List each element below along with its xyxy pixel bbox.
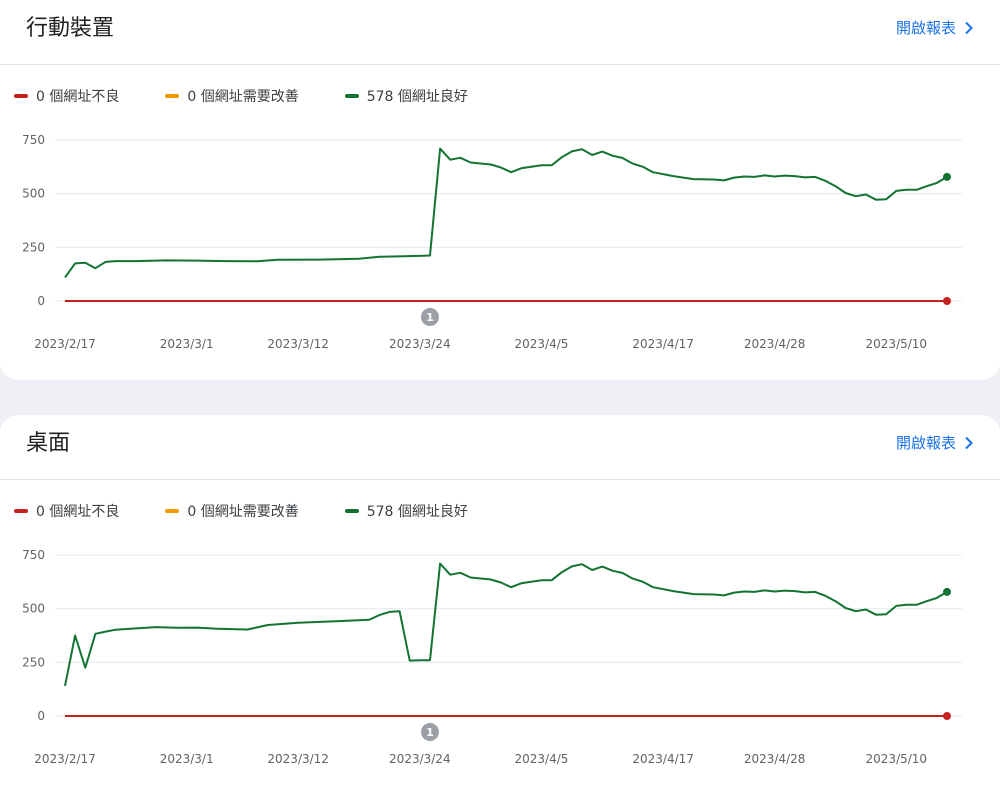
series-end-marker-poor: [943, 297, 951, 305]
legend-item-poor[interactable]: 0 個網址不良: [14, 86, 119, 106]
x-tick-label: 2023/4/17: [632, 752, 694, 766]
legend-swatch-poor: [14, 94, 28, 98]
legend-item-poor[interactable]: 0 個網址不良: [14, 501, 119, 521]
x-tick-label: 2023/3/1: [160, 337, 214, 351]
y-tick-label: 250: [22, 240, 45, 254]
x-tick-label: 2023/2/17: [34, 337, 96, 351]
y-tick-label: 0: [37, 709, 45, 723]
x-tick-label: 2023/3/12: [267, 337, 329, 351]
x-tick-label: 2023/2/17: [34, 752, 96, 766]
legend-swatch-good: [344, 509, 359, 513]
legend-item-good[interactable]: 578 個網址良好: [344, 501, 468, 521]
legend: 0 個網址不良 0 個網址需要改善 578 個網址良好: [14, 86, 514, 106]
legend-label-good: 578 個網址良好: [366, 89, 468, 105]
y-tick-label: 250: [22, 655, 45, 669]
series-line-good: [64, 562, 948, 687]
legend-swatch-good: [344, 94, 359, 98]
card-title-mobile: 行動裝置: [26, 16, 115, 41]
open-report-label: 開啟報表: [895, 434, 956, 452]
legend-label-poor: 0 個網址不良: [36, 89, 120, 105]
x-tick-label: 2023/3/1: [160, 752, 214, 766]
desktop-card: 桌面 開啟報表 0 個網址不良 0 個網址需要改善 578 個網址良好 0 250…: [0, 415, 1000, 800]
legend-label-good: 578 個網址良好: [366, 504, 468, 520]
legend-item-good[interactable]: 578 個網址良好: [344, 86, 468, 106]
series-end-marker-good: [943, 587, 951, 596]
legend: 0 個網址不良 0 個網址需要改善 578 個網址良好: [14, 501, 514, 521]
series-line-good: [64, 147, 948, 278]
open-report-link-desktop[interactable]: 開啟報表: [896, 432, 974, 453]
x-tick-label: 2023/4/5: [515, 752, 569, 766]
x-tick-label: 2023/3/24: [389, 337, 451, 351]
series-end-marker-good: [943, 172, 951, 181]
x-tick-label: 2023/3/12: [267, 752, 329, 766]
mobile-card: 行動裝置 開啟報表 0 個網址不良 0 個網址需要改善 578 個網址良好 0 2…: [0, 0, 1000, 380]
annotation-label: 1: [426, 311, 434, 324]
chevron-right-icon: [964, 436, 974, 450]
chart-mobile: 0 250 500 750 2023/2/17 2023/3/1 2023/3/12 2023…: [22, 133, 962, 351]
y-tick-label: 0: [37, 294, 45, 308]
y-tick-label: 500: [22, 187, 45, 201]
chart-desktop: 0 250 500 750 2023/2/17 2023/3/1 2023/3/12 2023…: [22, 548, 962, 766]
legend-label-poor: 0 個網址不良: [36, 504, 120, 520]
annotation-label: 1: [426, 726, 434, 739]
legend-swatch-needs-improvement: [165, 509, 180, 513]
x-tick-label: 2023/4/28: [744, 752, 806, 766]
series-end-marker-poor: [943, 712, 951, 720]
legend-item-needs-improvement[interactable]: 0 個網址需要改善: [165, 86, 299, 106]
card-title-desktop: 桌面: [26, 431, 71, 456]
open-report-label: 開啟報表: [895, 19, 956, 37]
x-tick-label: 2023/5/10: [866, 752, 928, 766]
legend-swatch-poor: [14, 509, 28, 513]
card-divider: [0, 64, 1000, 65]
legend-label-needs-improvement: 0 個網址需要改善: [187, 89, 299, 105]
card-divider: [0, 479, 1000, 480]
y-tick-label: 750: [22, 548, 45, 562]
x-tick-label: 2023/3/24: [389, 752, 451, 766]
x-tick-label: 2023/5/10: [866, 337, 928, 351]
x-tick-label: 2023/4/28: [744, 337, 806, 351]
y-tick-label: 500: [22, 602, 45, 616]
legend-item-needs-improvement[interactable]: 0 個網址需要改善: [165, 501, 299, 521]
legend-swatch-needs-improvement: [165, 94, 180, 98]
x-tick-label: 2023/4/17: [632, 337, 694, 351]
chevron-right-icon: [964, 21, 974, 35]
legend-label-needs-improvement: 0 個網址需要改善: [187, 504, 299, 520]
y-tick-label: 750: [22, 133, 45, 147]
open-report-link-mobile[interactable]: 開啟報表: [896, 17, 974, 38]
x-tick-label: 2023/4/5: [515, 337, 569, 351]
